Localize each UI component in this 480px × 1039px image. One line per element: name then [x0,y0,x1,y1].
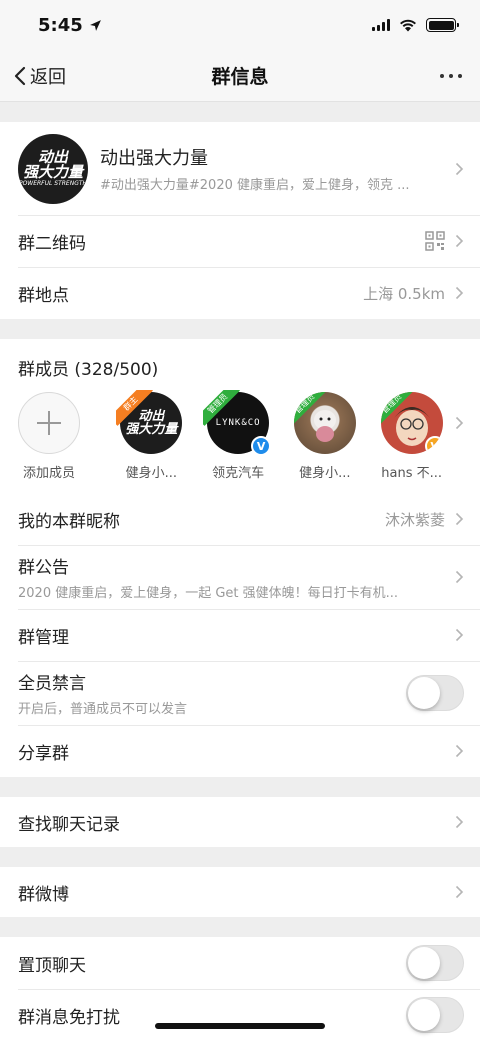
back-label: 返回 [30,66,66,88]
mute-all-label: 全员禁言 [18,674,86,694]
admin-ribbon: 管理员 [293,392,330,430]
plus-icon [37,411,61,435]
member-avatar: 管理员 V [380,392,443,454]
status-icons [372,18,459,32]
chevron-right-icon [455,570,464,584]
page-title: 群信息 [211,66,269,88]
do-not-disturb-toggle[interactable] [406,997,464,1033]
member-name: 领克汽车 [212,466,265,481]
member-avatar: 动出 强大力量 群主 [116,390,183,454]
status-time-text: 5:45 [38,14,83,36]
member-name: 健身小... [125,466,178,481]
search-history-row[interactable]: 查找聊天记录 [0,797,480,847]
qr-label: 群二维码 [18,233,86,254]
pin-chat-toggle[interactable] [406,945,464,981]
group-avatar-text-small: POWERFUL STRENGTH [18,180,88,187]
mute-all-sub: 开启后，普通成员不可以发言 [18,702,188,717]
announcement-label: 群公告 [18,558,69,578]
mute-all-toggle[interactable] [406,675,464,711]
chevron-right-icon [455,885,464,899]
nickname-label: 我的本群昵称 [18,511,120,532]
group-info-section: 动出 强大力量 POWERFUL STRENGTH 动出强大力量 #动出强大力量… [0,122,480,319]
home-indicator[interactable] [155,1023,325,1029]
verified-badge-icon: V [424,436,443,454]
member-item[interactable]: 管理员 V hans 不... [368,392,455,481]
status-bar: 5:45 [0,0,480,50]
battery-icon [426,18,459,32]
group-weibo-row[interactable]: 群微博 [0,867,480,917]
pin-chat-row: 置顶聊天 [0,937,480,989]
chevron-right-icon [455,162,464,175]
location-label: 群地点 [18,285,69,306]
location-arrow-icon [89,19,101,31]
member-item[interactable]: 管理员 健身小... [282,392,369,481]
members-list: 添加成员 动出 强大力量 群主 健身小... LYNK&CO 管理员 V 领克汽… [0,380,480,493]
search-section: 查找聊天记录 [0,797,480,847]
more-members-button[interactable] [455,392,464,430]
group-qr-code-row[interactable]: 群二维码 [0,215,480,267]
announcement-row[interactable]: 群公告 2020 健康重启，爱上健身，一起 Get 强健体魄！每日打卡有机... [0,545,480,609]
chevron-right-icon [455,744,464,758]
do-not-disturb-row: 群消息免打扰 [0,989,480,1039]
announcement-text: 2020 健康重启，爱上健身，一起 Get 强健体魄！每日打卡有机... [18,586,399,601]
group-profile-row[interactable]: 动出 强大力量 POWERFUL STRENGTH 动出强大力量 #动出强大力量… [0,122,480,215]
add-member-button[interactable]: 添加成员 [18,392,80,481]
group-location-row[interactable]: 群地点 上海 0.5km [0,267,480,319]
cellular-signal-icon [372,19,390,31]
weibo-label: 群微博 [18,884,69,905]
group-description: #动出强大力量#2020 健康重启，爱上健身，领克 ... [100,178,410,193]
dnd-label: 群消息免打扰 [18,1007,120,1028]
chevron-right-icon [455,628,464,642]
chevron-left-icon [14,66,26,85]
manage-label: 群管理 [18,627,69,648]
more-options-button[interactable] [440,73,466,78]
member-avatar: 管理员 [293,392,356,454]
admin-ribbon: 管理员 [380,392,417,430]
chevron-right-icon [455,512,464,526]
owner-ribbon: 群主 [116,390,156,430]
share-group-row[interactable]: 分享群 [0,725,480,777]
group-manage-row[interactable]: 群管理 [0,609,480,661]
nickname-value: 沐沐紫菱 [384,510,445,529]
group-avatar-text-2: 强大力量 [22,163,83,181]
back-button[interactable]: 返回 [14,63,66,89]
member-name: hans 不... [381,466,442,481]
group-name: 动出强大力量 [100,148,208,169]
weibo-section: 群微博 [0,867,480,917]
verified-badge-icon: V [251,436,272,456]
share-label: 分享群 [18,743,69,764]
group-avatar: 动出 强大力量 POWERFUL STRENGTH [18,133,88,204]
wifi-icon [400,19,416,32]
members-section: 群成员 (328/500) 添加成员 动出 强大力量 群主 健身小... LYN… [0,339,480,777]
member-name: 健身小... [299,466,351,481]
pin-label: 置顶聊天 [18,955,86,976]
navigation-bar: 群信息 返回 [0,50,480,102]
member-item[interactable]: LYNK&CO 管理员 V 领克汽车 [195,390,282,481]
admin-ribbon: 管理员 [203,390,243,430]
location-value: 上海 0.5km [363,284,445,303]
members-title: 群成员 (328/500) [18,360,159,380]
qr-code-icon [425,231,445,251]
status-time: 5:45 [38,15,102,36]
chevron-right-icon [455,815,464,829]
chevron-right-icon [455,234,464,248]
mute-all-row: 全员禁言 开启后，普通成员不可以发言 [0,661,480,725]
add-member-avatar [18,392,80,454]
chevron-right-icon [455,416,464,430]
add-member-label: 添加成员 [22,466,75,481]
chevron-right-icon [455,286,464,300]
member-item[interactable]: 动出 强大力量 群主 健身小... [108,390,195,481]
member-avatar: LYNK&CO 管理员 V [203,390,272,456]
my-nickname-row[interactable]: 我的本群昵称 沐沐紫菱 [0,493,480,545]
search-history-label: 查找聊天记录 [18,814,120,835]
